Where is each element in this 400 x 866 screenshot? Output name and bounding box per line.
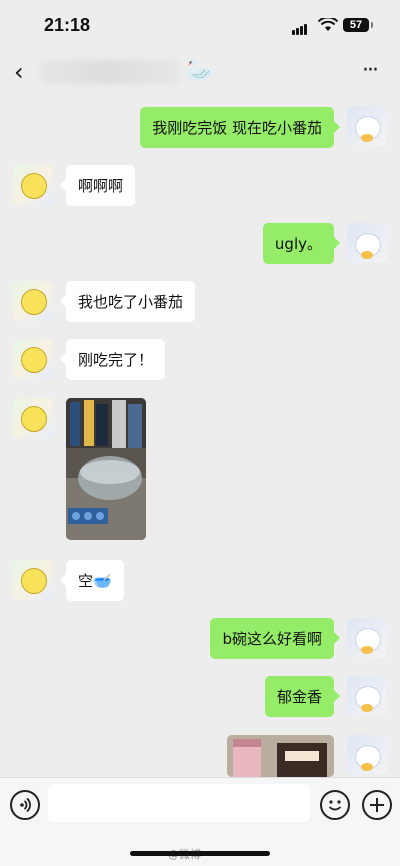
photo-content bbox=[66, 398, 146, 540]
friend-avatar[interactable] bbox=[13, 339, 53, 379]
voice-icon[interactable] bbox=[10, 790, 40, 820]
message-bubble[interactable]: 刚吃完了！ bbox=[59, 339, 166, 380]
photo-content bbox=[227, 735, 334, 777]
friend-avatar[interactable] bbox=[13, 165, 53, 205]
friend-avatar[interactable] bbox=[13, 281, 53, 321]
friend-avatar[interactable] bbox=[13, 398, 53, 438]
chat-header: ‹ 🦢 ··· bbox=[0, 50, 400, 94]
back-chevron-icon[interactable]: ‹ bbox=[14, 58, 24, 86]
self-avatar[interactable] bbox=[347, 106, 387, 146]
home-indicator bbox=[130, 851, 270, 856]
message-bubble[interactable]: 空🥣 bbox=[60, 560, 124, 601]
status-bar: 21:18 57 bbox=[0, 0, 400, 50]
image-message[interactable] bbox=[66, 398, 146, 540]
plus-icon[interactable] bbox=[362, 790, 392, 820]
self-avatar[interactable] bbox=[347, 735, 387, 775]
more-dots-icon[interactable]: ··· bbox=[362, 58, 379, 83]
message-bubble[interactable]: 我刚吃完饭 现在吃小番茄 bbox=[140, 107, 340, 148]
battery-icon: 57 bbox=[343, 18, 373, 32]
status-time: 21:18 bbox=[44, 15, 91, 35]
chat-title-blurred bbox=[40, 60, 180, 84]
self-avatar[interactable] bbox=[347, 618, 387, 658]
battery-level: 57 bbox=[349, 19, 363, 31]
image-message[interactable] bbox=[227, 735, 334, 777]
message-bubble[interactable]: 啊啊啊 bbox=[59, 165, 136, 206]
message-bubble[interactable]: 我也吃了小番茄 bbox=[59, 281, 196, 322]
message-bubble[interactable]: 郁金香 bbox=[264, 676, 341, 717]
chat-title-emoji: 🦢 bbox=[186, 58, 214, 83]
friend-avatar[interactable] bbox=[13, 560, 53, 600]
message-bubble[interactable]: ugly。 bbox=[262, 223, 341, 264]
emoji-icon[interactable] bbox=[320, 790, 350, 820]
message-bubble[interactable]: b碗这么好看啊 bbox=[210, 618, 340, 659]
cellular-signal-icon bbox=[292, 20, 308, 39]
message-input[interactable] bbox=[48, 784, 310, 822]
self-avatar[interactable] bbox=[347, 676, 387, 716]
wifi-icon bbox=[318, 18, 338, 31]
self-avatar[interactable] bbox=[347, 223, 387, 263]
